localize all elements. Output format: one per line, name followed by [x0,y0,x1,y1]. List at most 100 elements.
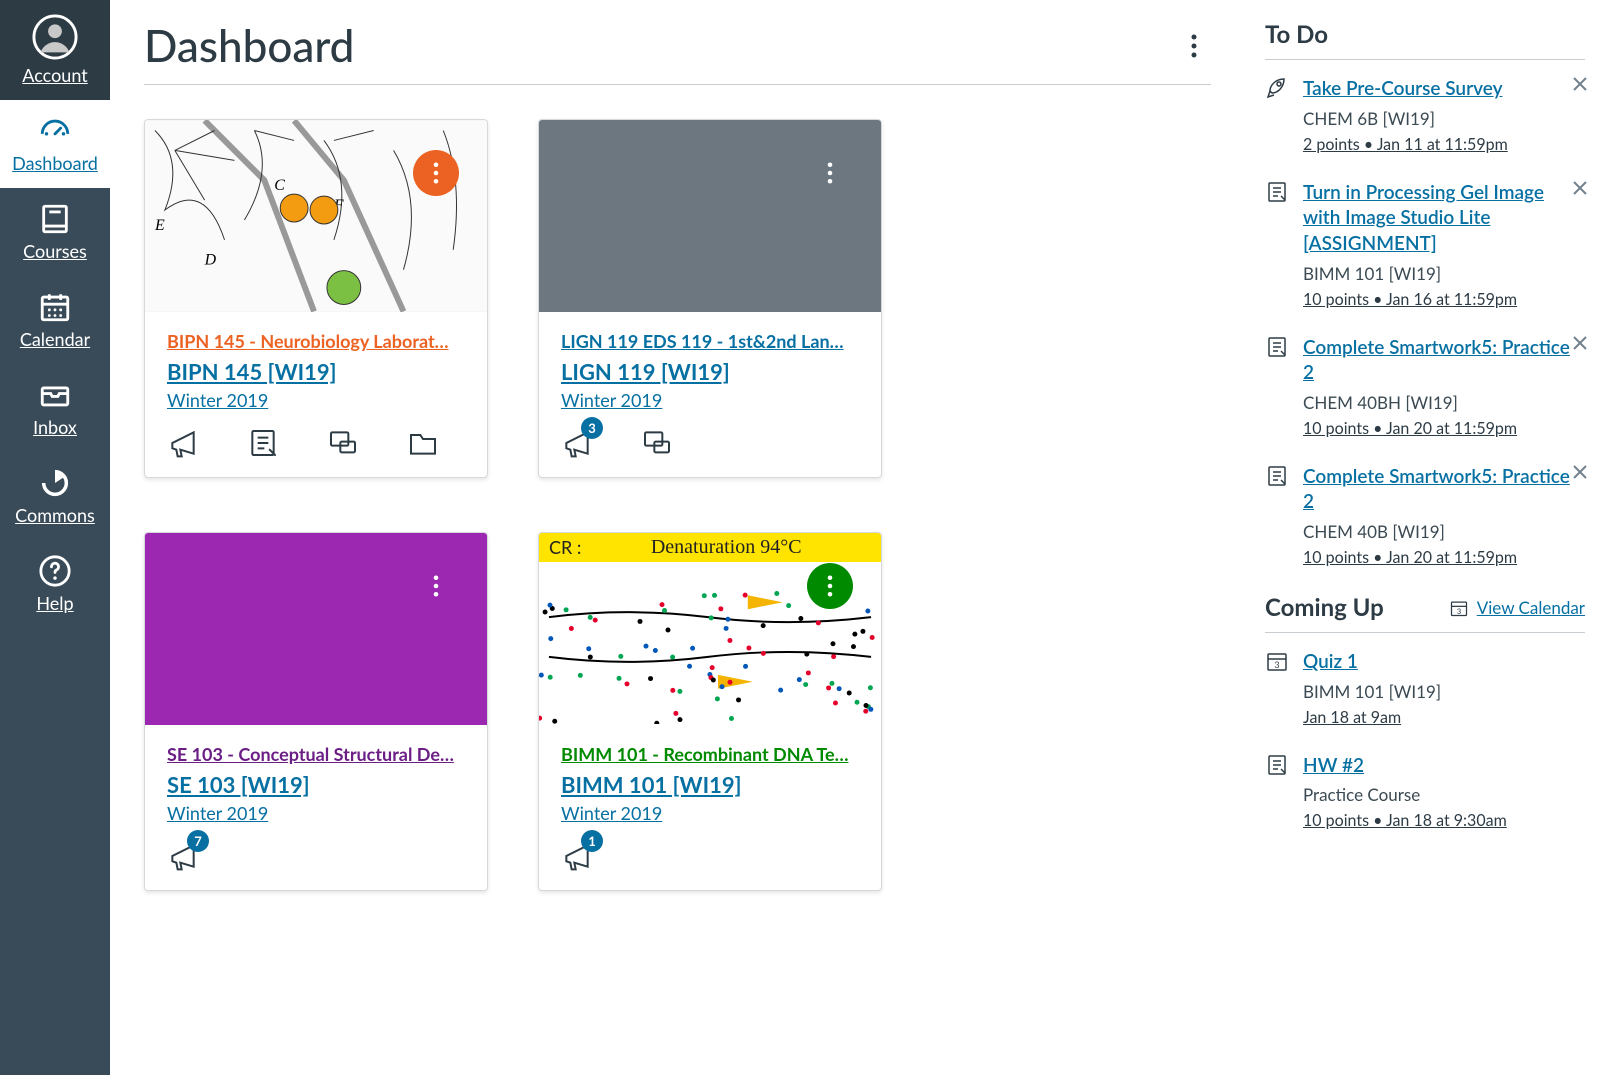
assignment-icon [1265,335,1289,438]
dashboard-options-button[interactable] [1177,29,1211,63]
assignment-icon [1265,464,1289,567]
view-calendar-link[interactable]: 3 View Calendar [1449,597,1585,618]
todo-course: BIMM 101 [WI19] [1303,263,1585,284]
svg-text:C: C [274,177,285,194]
todo-dismiss-button[interactable] [1573,180,1593,200]
nav-calendar[interactable]: Calendar [0,276,110,364]
main-content: Dashboard E D C F [110,0,1245,1075]
course-code-link[interactable]: BIMM 101 [WI19] [561,771,859,798]
todo-heading: To Do [1265,20,1585,60]
course-code-link[interactable]: BIPN 145 [WI19] [167,358,465,385]
todo-title-link[interactable]: Take Pre-Course Survey [1303,77,1503,100]
card-announcements-button[interactable] [167,427,199,459]
card-color-options-button[interactable] [807,150,853,196]
card-hero[interactable]: CR : Denaturation 94°C [539,533,881,725]
card-actions: 1 [539,828,881,890]
todo-dismiss-button[interactable] [1573,464,1593,484]
nav-label: Dashboard [12,152,98,174]
card-announcements-button[interactable]: 7 [167,840,199,872]
todo-meta: 10 points • Jan 20 at 11:59pm [1303,419,1585,438]
todo-meta: 10 points • Jan 20 at 11:59pm [1303,548,1585,567]
card-discussions-button[interactable] [641,427,673,459]
unread-badge: 1 [581,830,603,852]
calendar-icon: 3 [1265,649,1289,727]
nav-help[interactable]: Help [0,540,110,628]
nav-account[interactable]: Account [0,0,110,100]
kebab-icon [433,162,439,184]
card-discussions-button[interactable] [327,427,359,459]
dna-banner: CR : Denaturation 94°C [539,533,881,562]
todo-dismiss-button[interactable] [1573,335,1593,355]
kebab-icon [827,575,833,597]
todo-meta: 2 points • Jan 11 at 11:59pm [1303,135,1585,154]
coming-title-link[interactable]: HW #2 [1303,754,1364,777]
svg-text:D: D [204,252,217,269]
course-card: SE 103 - Conceptual Structural De… SE 10… [144,532,488,891]
files-icon [407,427,439,459]
kebab-icon [433,575,439,597]
course-title-link[interactable]: LIGN 119 EDS 119 - 1st&2nd Lan… [561,330,859,352]
todo-title-link[interactable]: Turn in Processing Gel Image with Image … [1303,181,1544,255]
card-assignments-button[interactable] [247,427,279,459]
card-hero[interactable] [145,533,487,725]
nav-label: Courses [23,240,87,262]
todo-dismiss-button[interactable] [1573,76,1593,96]
card-hero[interactable]: E D C F [145,120,487,312]
course-term: Winter 2019 [561,389,859,411]
todo-item: Complete Smartwork5: Practice 2 CHEM 40B… [1265,464,1585,567]
todo-course: CHEM 6B [WI19] [1303,108,1585,129]
svg-text:E: E [154,217,165,234]
nav-label: Calendar [20,328,90,350]
neurons-illustration: E D C F [145,120,487,312]
assignment-icon [1265,180,1289,309]
card-color-options-button[interactable] [807,563,853,609]
coming-title-link[interactable]: Quiz 1 [1303,650,1358,673]
svg-text:3: 3 [1274,659,1279,670]
nav-dashboard[interactable]: Dashboard [0,100,110,188]
todo-title-link[interactable]: Complete Smartwork5: Practice 2 [1303,465,1570,514]
speedometer-icon [38,114,72,148]
course-code-link[interactable]: LIGN 119 [WI19] [561,358,859,385]
calendar-small-icon: 3 [1449,598,1469,618]
share-arrow-icon [38,466,72,500]
course-card-grid: E D C F BIPN 145 - Neurobiology Laborat…… [144,119,1211,891]
card-hero[interactable] [539,120,881,312]
todo-item: Take Pre-Course Survey CHEM 6B [WI19] 2 … [1265,76,1585,154]
kebab-icon [827,162,833,184]
course-card: LIGN 119 EDS 119 - 1st&2nd Lan… LIGN 119… [538,119,882,478]
course-title-link[interactable]: BIMM 101 - Recombinant DNA Te… [561,743,859,765]
card-actions [145,415,487,477]
card-files-button[interactable] [407,427,439,459]
nav-inbox[interactable]: Inbox [0,364,110,452]
course-title-link[interactable]: SE 103 - Conceptual Structural De… [167,743,465,765]
rocket-icon [1265,76,1289,154]
nav-courses[interactable]: Courses [0,188,110,276]
card-announcements-button[interactable]: 1 [561,840,593,872]
unread-badge: 7 [187,830,209,852]
discussions-icon [327,427,359,459]
card-actions: 7 [145,828,487,890]
nav-label: Account [22,64,87,86]
card-color-options-button[interactable] [413,150,459,196]
calendar-icon [38,290,72,324]
nav-commons[interactable]: Commons [0,452,110,540]
todo-item: Turn in Processing Gel Image with Image … [1265,180,1585,309]
course-title-link[interactable]: BIPN 145 - Neurobiology Laborat… [167,330,465,352]
card-announcements-button[interactable]: 3 [561,427,593,459]
nav-label: Help [36,592,73,614]
todo-course: CHEM 40B [WI19] [1303,521,1585,542]
todo-meta: 10 points • Jan 16 at 11:59pm [1303,290,1585,309]
coming-meta: Jan 18 at 9am [1303,708,1585,727]
user-circle-icon [32,14,78,60]
book-icon [38,202,72,236]
course-code-link[interactable]: SE 103 [WI19] [167,771,465,798]
assignments-icon [247,427,279,459]
card-actions: 3 [539,415,881,477]
unread-badge: 3 [581,417,603,439]
card-color-options-button[interactable] [413,563,459,609]
todo-course: CHEM 40BH [WI19] [1303,392,1585,413]
coming-up-item: 3 Quiz 1 BIMM 101 [WI19] Jan 18 at 9am [1265,649,1585,727]
todo-title-link[interactable]: Complete Smartwork5: Practice 2 [1303,336,1570,385]
course-term: Winter 2019 [561,802,859,824]
kebab-icon [1191,34,1197,58]
